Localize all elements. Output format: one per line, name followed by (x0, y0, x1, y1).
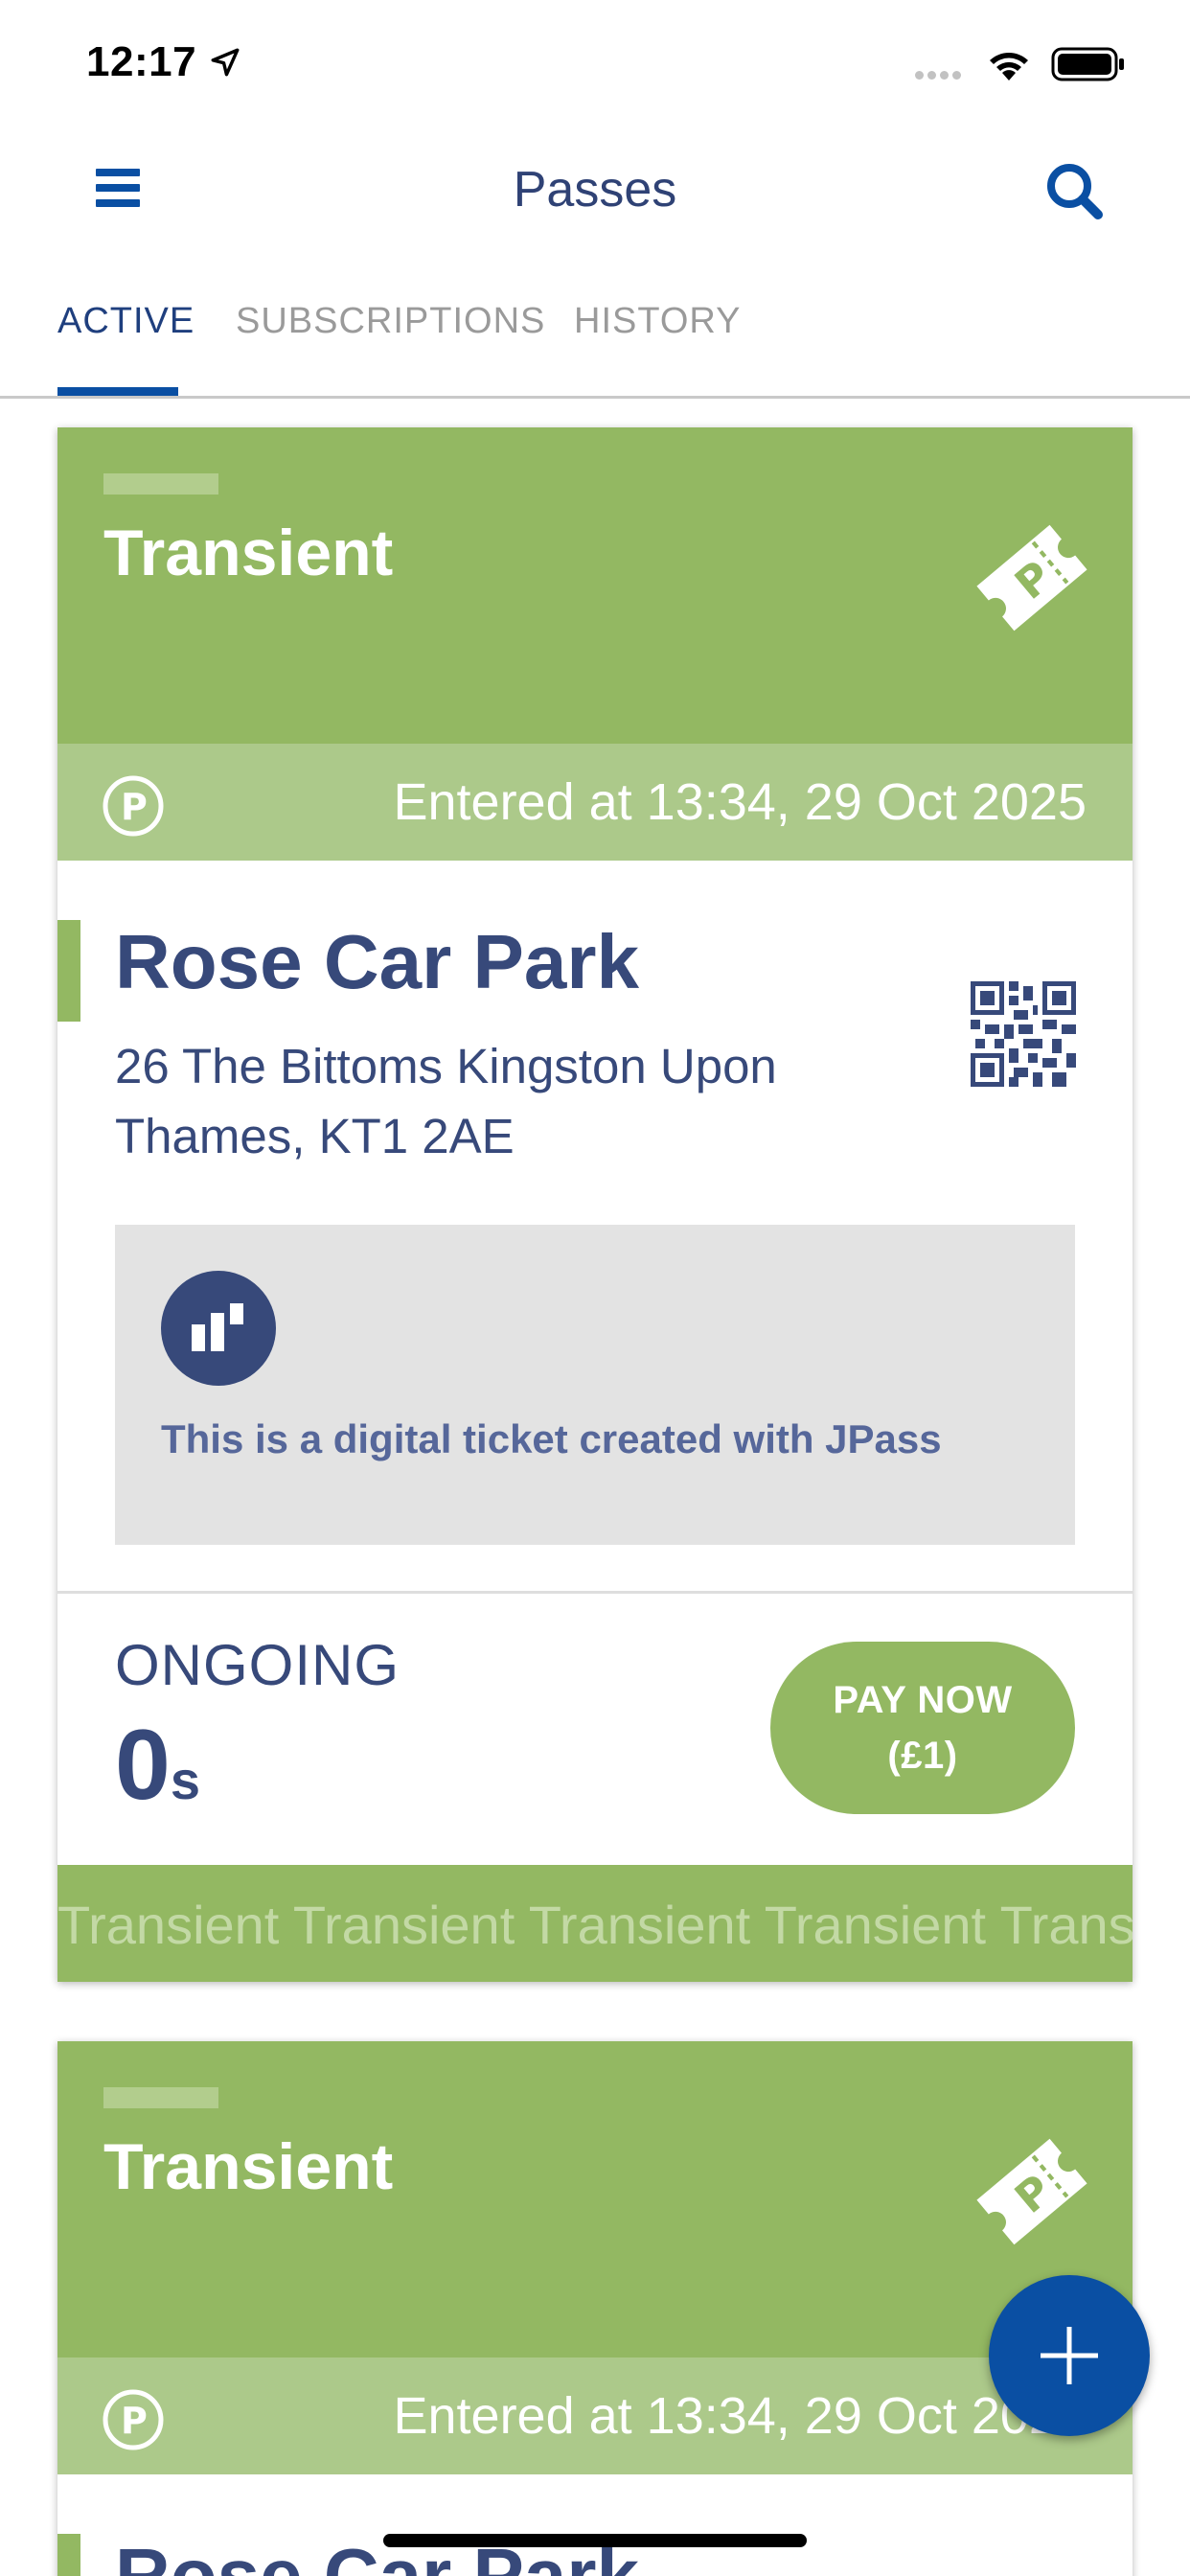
tab-subscriptions[interactable]: SUBSCRIPTIONS (236, 301, 545, 342)
pass-card-header: Transient P (57, 427, 1133, 744)
wifi-icon (990, 53, 1028, 80)
pass-card[interactable]: Transient P P Entered at 13:34, 29 Oct 2… (57, 427, 1133, 1982)
tab-active-indicator (57, 387, 178, 396)
pass-card-body: Rose Car Park 26 The Bittoms Kingston Up… (57, 861, 1133, 1591)
pass-card-body: Rose Car Park (57, 2474, 1133, 2576)
pass-entry-row: P Entered at 13:34, 29 Oct 2025 (57, 2358, 1133, 2474)
jpass-note: This is a digital ticket created with JP… (161, 1416, 942, 1461)
svg-text:P: P (121, 2400, 148, 2442)
accent-bar (57, 2534, 80, 2576)
accent-bar (57, 920, 80, 1022)
cellular-signal-icon (915, 67, 965, 84)
navigation-bar: Passes (0, 144, 1190, 240)
pass-card-footer: Transient Transient Transient Transient … (57, 1865, 1133, 1982)
pay-now-label: PAY NOW (£1) (833, 1679, 1013, 1777)
pass-type: Transient (103, 517, 394, 589)
pass-entry-row: P Entered at 13:34, 29 Oct 2025 (57, 744, 1133, 861)
qr-code-icon[interactable] (971, 981, 1076, 1087)
page-title: Passes (513, 162, 677, 218)
svg-text:P: P (121, 786, 148, 828)
jpass-logo-icon (161, 1271, 276, 1386)
footer-marquee: Transient Transient Transient Transient … (57, 1895, 1133, 1955)
tab-active[interactable]: ACTIVE (57, 301, 195, 342)
pass-type: Transient (103, 2130, 394, 2203)
pay-now-button[interactable]: PAY NOW (£1) (770, 1642, 1075, 1814)
tab-bar: ACTIVE SUBSCRIPTIONS HISTORY (0, 288, 1190, 399)
car-park-address: 26 The Bittoms Kingston Upon Thames, KT1… (115, 1039, 777, 1163)
tab-history[interactable]: HISTORY (574, 301, 742, 342)
car-park-name: Rose Car Park (115, 919, 639, 1004)
home-indicator (383, 2534, 807, 2547)
jpass-info-box: This is a digital ticket created with JP… (115, 1225, 1075, 1545)
location-arrow-icon (211, 48, 240, 77)
plus-icon (1041, 2327, 1098, 2384)
status-bar: 12:17 (0, 0, 1190, 129)
entry-time: Entered at 13:34, 29 Oct 2025 (393, 773, 1087, 831)
entry-time: Entered at 13:34, 29 Oct 2025 (393, 2387, 1087, 2445)
status-time: 12:17 (86, 38, 197, 85)
parking-circle-icon: P (103, 775, 164, 837)
battery-icon (1051, 47, 1124, 81)
pass-status-row: ONGOING 0s PAY NOW (£1) (57, 1591, 1133, 1865)
add-pass-button[interactable] (989, 2275, 1150, 2436)
duration-value: 0 (115, 1710, 171, 1821)
duration-unit: s (170, 1750, 200, 1810)
status-label: ONGOING (115, 1633, 400, 1697)
duration: 0s (115, 1709, 200, 1823)
header-placeholder-bar (103, 473, 218, 494)
parking-circle-icon: P (103, 2389, 164, 2450)
pass-card-header: Transient P (57, 2041, 1133, 2358)
parking-ticket-icon: P (976, 524, 1087, 632)
search-icon[interactable] (1042, 159, 1106, 222)
header-placeholder-bar (103, 2087, 218, 2108)
parking-ticket-icon: P (976, 2138, 1087, 2245)
pass-card[interactable]: Transient P P Entered at 13:34, 29 Oct 2… (57, 2041, 1133, 2576)
